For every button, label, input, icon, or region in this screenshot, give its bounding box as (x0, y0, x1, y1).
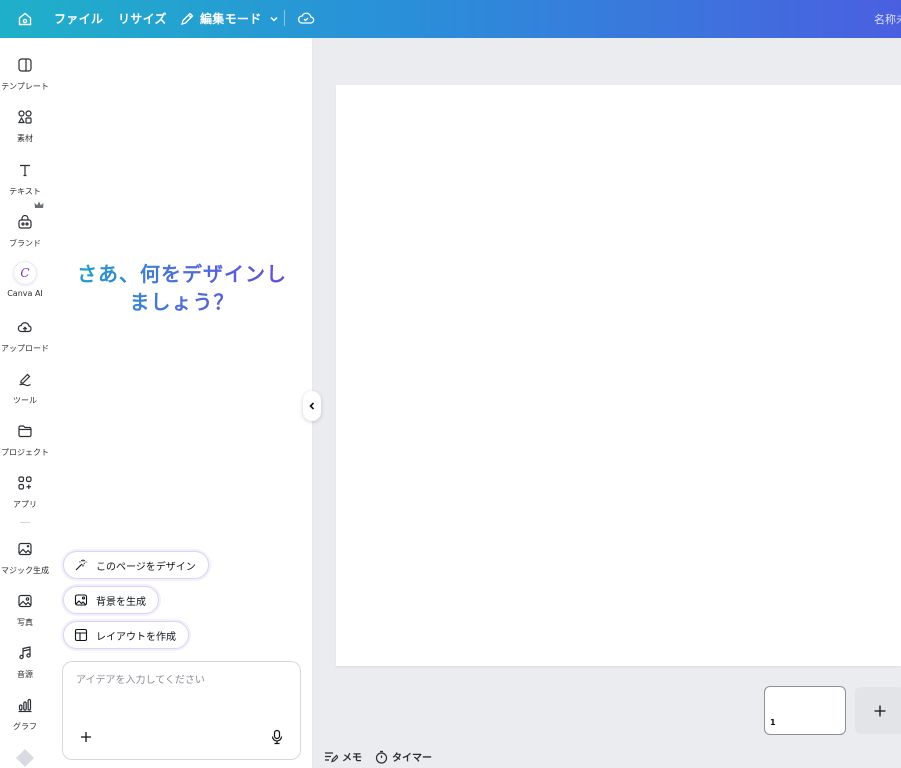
rail-label: 素材 (17, 134, 33, 143)
rail-more-icon[interactable] (15, 748, 35, 768)
rail-item-charts[interactable]: グラフ (0, 695, 50, 732)
timer-icon (375, 750, 388, 764)
add-page-button[interactable] (855, 687, 901, 734)
plus-icon (81, 732, 91, 742)
timer-label: タイマー (392, 753, 432, 764)
photo-icon (15, 591, 35, 611)
rail-item-uploads[interactable]: アップロード (0, 317, 50, 354)
rail-item-brand[interactable]: ブランド (0, 212, 50, 249)
heading-line-2: ましょう？ (129, 290, 235, 314)
folder-icon (15, 421, 35, 441)
rail-item-tools[interactable]: ツール (0, 369, 50, 406)
generate-background-chip[interactable]: 背景を生成 (63, 586, 159, 614)
layout-icon (74, 628, 88, 642)
design-this-page-chip[interactable]: このページをデザイン (63, 551, 209, 579)
text-icon (15, 160, 35, 180)
audio-icon (15, 643, 35, 663)
home-button[interactable] (14, 8, 36, 30)
chevron-left-icon (309, 402, 315, 410)
notes-label: メモ (342, 753, 362, 764)
rail-item-apps[interactable]: アプリ (0, 473, 50, 510)
rail-label: Canva AI (7, 289, 43, 298)
cloud-check-icon (297, 12, 315, 24)
rail-item-projects[interactable]: プロジェクト (0, 421, 50, 458)
home-icon (18, 12, 32, 26)
brand-icon (15, 212, 35, 232)
rail-item-audio[interactable]: 音源 (0, 643, 50, 680)
chip-label: 背景を生成 (96, 596, 146, 608)
collapse-panel-button[interactable] (303, 391, 321, 421)
file-menu[interactable]: ファイル (54, 10, 103, 27)
edit-mode-dropdown[interactable]: 編集モード (180, 10, 280, 27)
voice-input-button[interactable] (268, 727, 286, 747)
notes-button[interactable]: メモ (324, 749, 362, 764)
magic-media-icon (15, 539, 35, 559)
canva-ai-icon: C (14, 262, 36, 284)
rail-item-photos[interactable]: 写真 (0, 591, 50, 628)
rail-label: プロジェクト (1, 448, 49, 457)
rail-item-text[interactable]: テキスト (0, 160, 50, 197)
rail-label: 音源 (17, 670, 33, 679)
rail-label: 写真 (17, 618, 33, 627)
template-icon (15, 55, 35, 75)
top-bar: ファイル リサイズ 編集モード 名称未 (0, 0, 901, 38)
rail-label: テキスト (9, 187, 41, 196)
prompt-input[interactable] (76, 675, 286, 686)
chart-icon (15, 695, 35, 715)
create-layout-chip[interactable]: レイアウトを作成 (63, 621, 189, 649)
crown-icon (34, 201, 44, 208)
page-number: 1 (770, 718, 776, 727)
microphone-icon (271, 729, 283, 745)
chip-label: レイアウトを作成 (96, 631, 176, 643)
sparkle-icon (75, 559, 87, 571)
rail-item-canva-ai[interactable]: C Canva AI (0, 262, 50, 298)
rail-label: アプリ (13, 500, 37, 509)
image-icon (74, 594, 88, 606)
plus-icon (874, 705, 886, 716)
design-page[interactable] (336, 85, 901, 666)
rail-label: ブランド (9, 239, 41, 248)
chip-label: このページをデザイン (96, 561, 196, 573)
rail-label: アップロード (1, 344, 49, 353)
edit-mode-label: 編集モード (200, 12, 262, 26)
rail-label: ツール (13, 396, 37, 405)
rail-divider (20, 522, 30, 523)
canva-ai-panel: さあ、何をデザインし ましょう？ このページをデザイン 背景を生成 レイアウトを… (50, 38, 313, 768)
timer-button[interactable]: タイマー (375, 749, 432, 764)
notes-icon (325, 751, 338, 762)
apps-icon (15, 473, 35, 493)
page-thumbnail[interactable]: 1 (764, 686, 846, 735)
rail-item-elements[interactable]: 素材 (0, 107, 50, 144)
panel-heading: さあ、何をデザインし ましょう？ (62, 260, 302, 316)
rail-item-templates[interactable]: テンプレート (0, 55, 50, 92)
heading-line-1: さあ、何をデザインし (77, 262, 287, 286)
upload-icon (15, 317, 35, 337)
prompt-box (62, 661, 301, 760)
rail-label: グラフ (13, 722, 37, 731)
rail-item-magic-media[interactable]: マジック生成 (0, 539, 50, 576)
rail-label: テンプレート (1, 82, 49, 91)
save-status-button[interactable] (297, 9, 315, 31)
tools-icon (15, 369, 35, 389)
resize-menu[interactable]: リサイズ (118, 10, 167, 27)
add-attachment-button[interactable] (77, 728, 95, 746)
left-nav-rail: テンプレート 素材 テキスト ブランド C Canva AI アップロード ツー… (0, 38, 50, 768)
rail-label: マジック生成 (1, 566, 49, 575)
pencil-icon (181, 12, 194, 25)
topbar-divider (284, 10, 285, 26)
chevron-down-icon (269, 16, 278, 22)
elements-icon (15, 107, 35, 127)
document-title[interactable]: 名称未 (874, 11, 901, 27)
